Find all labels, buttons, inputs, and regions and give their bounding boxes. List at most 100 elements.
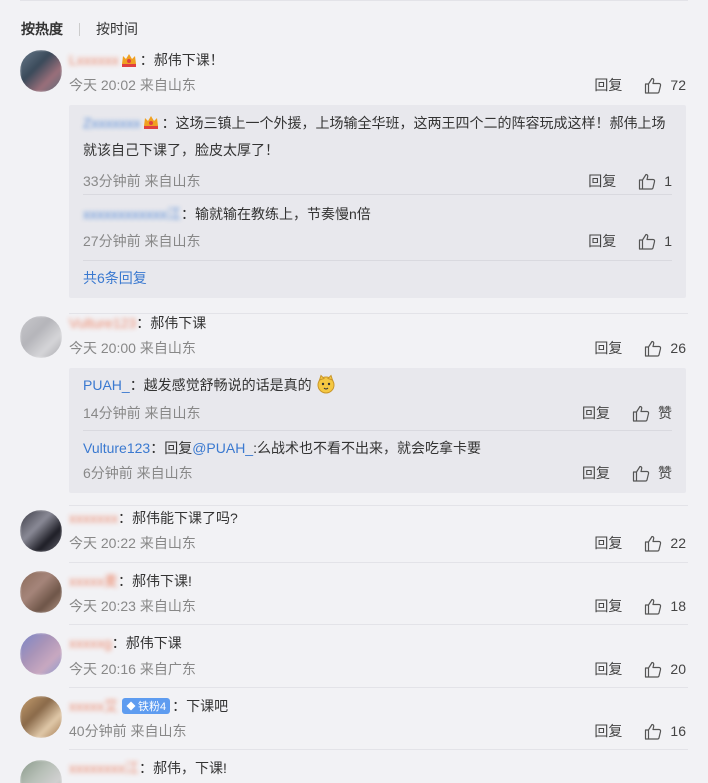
comment-meta: 今天 20:02 来自山东	[69, 77, 196, 93]
top-divider	[20, 0, 688, 1]
like-label: 赞	[658, 405, 672, 421]
avatar[interactable]	[20, 50, 62, 92]
comment-text: ：郝伟下课!	[118, 573, 192, 589]
username[interactable]: Vulture123	[83, 440, 150, 456]
fan-level-label: 铁粉4	[138, 701, 167, 713]
comment-divider	[69, 505, 688, 506]
avatar[interactable]	[20, 571, 62, 613]
username[interactable]: Zxxxxxxx	[83, 115, 141, 131]
mention-link[interactable]: @PUAH_	[192, 440, 253, 456]
thumbs-up-icon	[632, 465, 650, 482]
like-button[interactable]: 22	[644, 535, 686, 552]
username[interactable]: xxxxxg	[69, 635, 112, 651]
sub-reply: xxxxxxxxxxxx江：输就输在教练上，节奏慢n倍 27分钟前 来自山东 回…	[83, 201, 672, 261]
like-count: 72	[670, 77, 686, 93]
like-count: 20	[670, 661, 686, 677]
reply-text: ：越发感觉舒畅说的话是真的	[129, 377, 312, 393]
reply-divider	[83, 194, 672, 195]
sub-reply: PUAH_：越发感觉舒畅说的话是真的 14分钟前 来自山东 回复 赞	[83, 372, 672, 432]
reply-meta: 6分钟前 来自山东	[83, 465, 193, 481]
comment-text: ：郝伟下课	[111, 635, 182, 651]
like-button[interactable]: 20	[644, 661, 686, 678]
thumbs-up-icon	[645, 535, 662, 552]
comment-divider	[69, 687, 688, 688]
reply-button[interactable]: 回复	[594, 596, 622, 616]
more-replies-link[interactable]: 共6条回复	[83, 268, 147, 288]
username[interactable]: PUAH_	[83, 377, 130, 393]
like-count: 16	[670, 723, 686, 739]
thumbs-up-icon	[645, 598, 662, 615]
reply-button[interactable]: 回复	[582, 403, 610, 423]
reply-text-cont: :么战术也不看不出来，就会吃拿卡要	[253, 440, 481, 456]
thumbs-up-icon	[632, 405, 650, 422]
comment-text: ：郝伟下课	[136, 315, 207, 331]
reply-meta: 33分钟前 来自山东	[83, 173, 201, 189]
like-button[interactable]: 1	[638, 173, 672, 190]
username[interactable]: xxxxxxxx江	[69, 758, 139, 778]
like-count: 1	[664, 173, 672, 189]
comment-text: ：郝伟能下课了吗?	[118, 510, 238, 526]
cat-face-emoji-icon	[316, 374, 336, 403]
reply-button[interactable]: 回复	[588, 231, 616, 251]
username[interactable]: Vulture123	[69, 315, 136, 331]
like-count: 26	[670, 340, 686, 356]
sort-bar: 按热度 按时间	[21, 19, 138, 39]
comment-meta: 今天 20:23 来自山东	[69, 598, 196, 614]
comment-meta: 40分钟前 来自山东	[69, 723, 187, 739]
sort-by-time-tab[interactable]: 按时间	[96, 19, 138, 39]
username[interactable]: xxxxx麦	[69, 571, 118, 591]
comment-meta: 今天 20:22 来自山东	[69, 535, 196, 551]
reply-meta: 27分钟前 来自山东	[83, 233, 201, 249]
like-button[interactable]: 26	[644, 340, 686, 357]
reply-divider	[83, 430, 672, 431]
like-count: 1	[664, 233, 672, 249]
username[interactable]: xxxxxxxxxxxx江	[83, 206, 181, 222]
like-count: 18	[670, 598, 686, 614]
reply-text: ：输就输在教练上，节奏慢n倍	[181, 206, 371, 222]
like-button[interactable]: 72	[644, 77, 686, 94]
reply-button[interactable]: 回复	[588, 171, 616, 191]
reply-thread: Zxxxxxxx ：这场三镇上一个外援，上场输全华班，这两王四个二的阵容玩成这样！…	[69, 105, 686, 298]
comment-divider	[69, 562, 688, 563]
crown-badge-icon	[120, 52, 138, 68]
thumbs-up-icon	[645, 340, 662, 357]
thumbs-up-icon	[639, 173, 656, 190]
thumbs-up-icon	[639, 233, 656, 250]
reply-button[interactable]: 回复	[594, 659, 622, 679]
sort-by-hot-tab[interactable]: 按热度	[21, 19, 63, 39]
avatar[interactable]	[20, 510, 62, 552]
sub-reply: Vulture123：回复@PUAH_:么战术也不看不出来，就会吃拿卡要 6分钟…	[83, 435, 672, 493]
like-button[interactable]: 赞	[632, 403, 672, 423]
like-button[interactable]: 赞	[632, 463, 672, 483]
comment-text: ：郝伟下课！	[139, 52, 224, 68]
like-button[interactable]: 18	[644, 598, 686, 615]
reply-text: ：回复	[150, 440, 193, 456]
reply-divider	[83, 260, 672, 261]
avatar[interactable]	[20, 316, 62, 358]
comment-divider	[69, 749, 688, 750]
thumbs-up-icon	[645, 661, 662, 678]
username[interactable]: Lxxxxxx	[69, 52, 119, 68]
comment-meta: 今天 20:16 来自广东	[69, 661, 196, 677]
username[interactable]: xxxxx艾	[69, 696, 118, 716]
like-button[interactable]: 16	[644, 723, 686, 740]
reply-button[interactable]: 回复	[594, 533, 622, 553]
avatar[interactable]	[20, 760, 62, 783]
sort-separator	[79, 22, 80, 36]
reply-button[interactable]: 回复	[594, 721, 622, 741]
reply-button[interactable]: 回复	[582, 463, 610, 483]
fan-level-badge: 铁粉4	[122, 698, 171, 714]
reply-button[interactable]: 回复	[594, 338, 622, 358]
reply-text: ：这场三镇上一个外援，上场输全华班，这两王四个二的阵容玩成这样！郝伟上场就该自己…	[83, 115, 666, 158]
reply-button[interactable]: 回复	[594, 75, 622, 95]
crown-badge-icon	[142, 112, 160, 129]
username[interactable]: xxxxxxx	[69, 510, 118, 526]
sub-reply: Zxxxxxxx ：这场三镇上一个外援，上场输全华班，这两王四个二的阵容玩成这样！…	[83, 110, 672, 195]
avatar[interactable]	[20, 633, 62, 675]
avatar[interactable]	[20, 696, 62, 738]
like-button[interactable]: 1	[638, 233, 672, 250]
comment-text: ：下课吧	[172, 698, 229, 714]
reply-thread: PUAH_：越发感觉舒畅说的话是真的 14分钟前 来自山东 回复 赞 Vultu…	[69, 368, 686, 493]
reply-meta: 14分钟前 来自山东	[83, 405, 201, 421]
like-label: 赞	[658, 465, 672, 481]
